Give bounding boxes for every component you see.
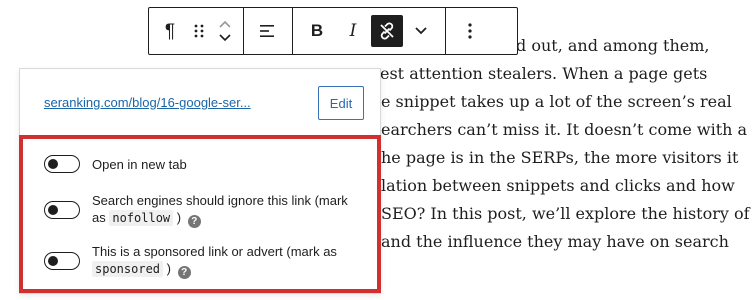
article-line: SEO? In this post, we’ll explore the his… <box>381 204 750 223</box>
link-url[interactable]: seranking.com/blog/16-google-ser... <box>44 95 251 110</box>
chevron-down-icon <box>415 27 427 35</box>
article-line: and the influence they may have on searc… <box>381 232 729 251</box>
bold-button[interactable]: B <box>299 13 335 49</box>
block-movers <box>213 17 237 45</box>
chevron-up-icon[interactable] <box>219 17 231 31</box>
alignment-group <box>243 8 292 54</box>
options-group <box>445 8 494 54</box>
block-switcher-group: ¶ <box>149 8 243 54</box>
open-new-tab-setting: Open in new tab <box>44 155 352 173</box>
toggle-label: Search engines should ignore this link (… <box>92 192 352 228</box>
sponsored-suffix: ) <box>166 261 171 276</box>
article-line: earchers can’t miss it. It doesn’t come … <box>381 120 748 139</box>
pilcrow-icon[interactable]: ¶ <box>155 13 185 49</box>
sponsored-toggle[interactable] <box>44 252 80 270</box>
help-icon[interactable]: ? <box>187 215 201 228</box>
more-formats-button[interactable] <box>403 13 439 49</box>
link-settings: Open in new tab Search engines should ig… <box>20 135 380 293</box>
block-toolbar: ¶ B I <box>148 7 518 55</box>
sponsored-text: This is a sponsored link or advert (mark… <box>92 244 337 259</box>
italic-button[interactable]: I <box>335 13 371 49</box>
more-vertical-icon[interactable] <box>452 13 488 49</box>
nofollow-setting: Search engines should ignore this link (… <box>44 192 352 228</box>
italic-label: I <box>349 21 357 41</box>
align-left-icon[interactable] <box>250 13 286 49</box>
toggle-label: Open in new tab <box>92 157 187 172</box>
sponsored-code: sponsored <box>92 261 164 277</box>
help-icon[interactable]: ? <box>177 266 191 279</box>
article-line: lation between snippets and clicks and h… <box>381 176 735 195</box>
bold-label: B <box>310 21 324 40</box>
article-line: e snippet takes up a lot of the screen’s… <box>381 92 732 111</box>
edit-link-button[interactable]: Edit <box>318 86 364 120</box>
article-line: est attention stealers. When a page gets <box>380 64 708 83</box>
sponsored-setting: This is a sponsored link or advert (mark… <box>44 243 352 279</box>
nofollow-suffix: ) <box>176 210 182 225</box>
formatting-group: B I <box>292 8 445 54</box>
link-preview: seranking.com/blog/16-google-ser... Edit <box>20 69 380 135</box>
article-line: he page is in the SERPs, the more visito… <box>381 148 739 167</box>
open-new-tab-toggle[interactable] <box>44 155 80 173</box>
unlink-icon[interactable] <box>371 15 403 47</box>
article-line: d out, and among them, <box>516 36 710 55</box>
nofollow-toggle[interactable] <box>44 201 80 219</box>
chevron-down-icon[interactable] <box>219 31 231 45</box>
nofollow-code: nofollow <box>109 210 174 226</box>
link-popover: seranking.com/blog/16-google-ser... Edit… <box>19 68 381 294</box>
drag-handle-icon[interactable] <box>185 13 213 49</box>
toggle-label: This is a sponsored link or advert (mark… <box>92 243 352 279</box>
